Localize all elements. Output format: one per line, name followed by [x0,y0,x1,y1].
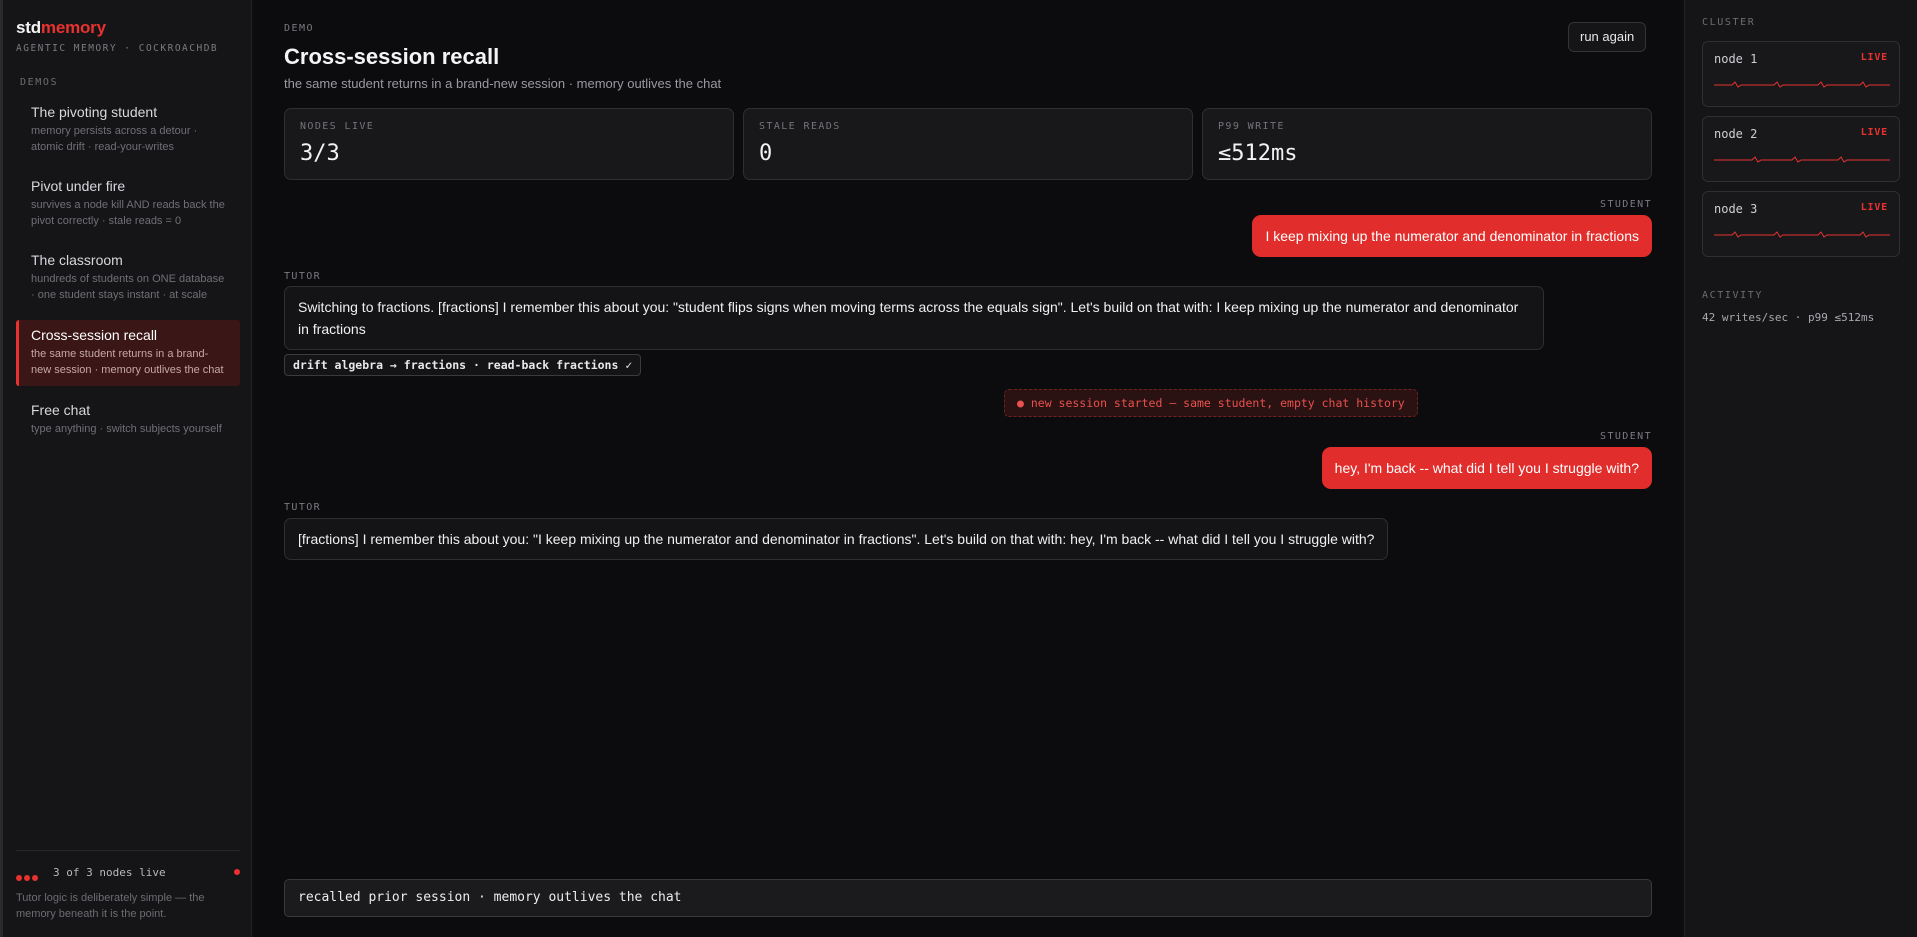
app-root: stdmemory AGENTIC MEMORY · COCKROACHDB D… [0,0,1917,937]
demo-title: Pivot under fire [31,178,126,194]
demo-description: type anything · switch subjects yourself [31,423,222,435]
student-role-label: STUDENT [1600,431,1652,442]
stat-value: ≤512ms [1218,141,1298,166]
stat-card-nodes-live: NODES LIVE 3/3 [284,108,734,180]
node-sparkline-icon [1714,156,1890,163]
page-subtitle: the same student returns in a brand-new … [284,76,722,91]
sidebar-item-classroom[interactable]: The classroom hundreds of students on ON… [16,246,240,310]
stat-value: 3/3 [300,141,340,166]
stats-row: NODES LIVE 3/3 STALE READS 0 P99 WRITE ≤… [284,108,1652,180]
brand-subtitle: AGENTIC MEMORY · COCKROACHDB [16,43,219,54]
brand-logo: stdmemory [16,18,106,37]
tutor-message: [fractions] I remember this about you: "… [284,518,1389,560]
demo-title: Cross-session recall [31,327,158,343]
stat-card-p99-write: P99 WRITE ≤512ms [1202,108,1652,180]
stat-label: P99 WRITE [1218,121,1285,132]
stat-label: STALE READS [759,121,841,132]
sidebar-item-pivot-under-fire[interactable]: Pivot under fire survives a node kill AN… [16,172,240,236]
tutor-role-label: TUTOR [284,502,322,513]
page-title: Cross-session recall [284,44,500,69]
node-status-badge: LIVE [1860,52,1888,63]
stat-card-stale-reads: STALE READS 0 [743,108,1193,180]
node-dots-icon [16,868,40,886]
new-session-notice: ● new session started — same student, em… [1004,389,1418,417]
stat-label: NODES LIVE [300,121,375,132]
node-card-2: node 2 LIVE [1702,116,1900,182]
demo-eyebrow: DEMO [284,23,315,34]
student-message: hey, I'm back -- what did I tell you I s… [1321,447,1652,489]
node-status-badge: LIVE [1860,127,1888,138]
drift-badge: drift algebra → fractions · read-back fr… [284,354,642,376]
nodes-live-text: 3 of 3 nodes live [53,866,166,879]
node-name: node 2 [1714,127,1758,141]
demo-title: The pivoting student [31,104,158,120]
stat-value: 0 [759,141,773,166]
demo-description: memory persists across a detour · atomic… [31,125,198,153]
sidebar-item-cross-session-recall[interactable]: Cross-session recall the same student re… [16,320,240,386]
sidebar-item-pivoting-student[interactable]: The pivoting student memory persists acr… [16,98,240,162]
demos-section-label: DEMOS [20,77,59,88]
demo-list: The pivoting student memory persists acr… [16,98,240,454]
sidebar-divider [16,850,240,851]
demo-title: Free chat [31,402,91,418]
status-dot-icon [234,869,240,875]
nodes-live-indicator: 3 of 3 nodes live [16,866,240,881]
sidebar-item-free-chat[interactable]: Free chat type anything · switch subject… [16,396,240,444]
student-message: I keep mixing up the numerator and denom… [1252,215,1652,257]
demo-description: survives a node kill AND reads back the … [31,199,225,227]
node-card-3: node 3 LIVE [1702,191,1900,257]
activity-stats: 42 writes/sec · p99 ≤512ms [1702,311,1875,324]
node-card-1: node 1 LIVE [1702,41,1900,107]
node-name: node 1 [1714,52,1758,66]
node-status-badge: LIVE [1860,202,1888,213]
run-again-button[interactable]: run again [1568,22,1647,52]
sidebar: stdmemory AGENTIC MEMORY · COCKROACHDB D… [0,0,252,937]
node-name: node 3 [1714,202,1758,216]
demo-description: hundreds of students on ONE database · o… [31,273,225,301]
sidebar-footer-note: Tutor logic is deliberately simple — the… [16,892,205,920]
tutor-role-label: TUTOR [284,271,322,282]
demo-description: the same student returns in a brand-new … [31,348,224,376]
status-bar: recalled prior session · memory outlives… [284,879,1652,917]
activity-section-label: ACTIVITY [1702,290,1763,301]
main-panel: DEMO Cross-session recall the same stude… [252,0,1685,937]
cluster-section-label: CLUSTER [1702,17,1756,28]
tutor-message: Switching to fractions. [fractions] I re… [284,286,1544,350]
node-sparkline-icon [1714,81,1890,88]
demo-title: The classroom [31,252,123,268]
node-sparkline-icon [1714,231,1890,238]
cluster-panel: CLUSTER node 1 LIVE node 2 LIVE node 3 L… [1684,0,1917,937]
student-role-label: STUDENT [1600,199,1652,210]
